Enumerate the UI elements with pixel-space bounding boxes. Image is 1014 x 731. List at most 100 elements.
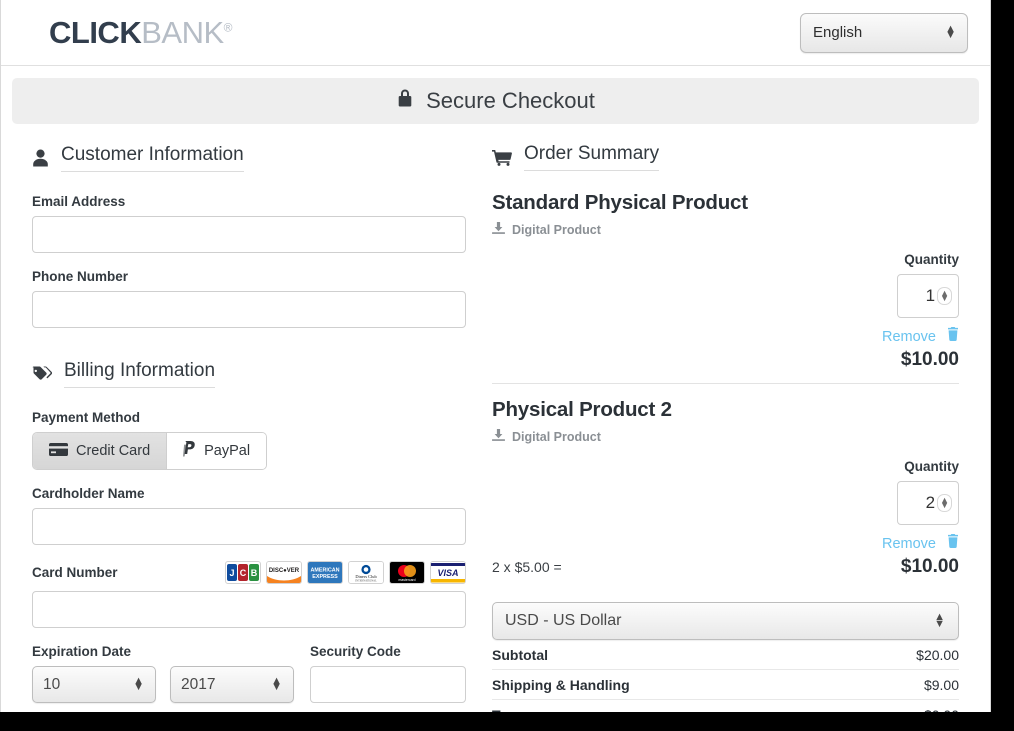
shopping-cart-icon — [492, 149, 512, 166]
stepper-arrows-icon[interactable]: ▲ ▼ — [937, 493, 952, 513]
remove-item-button[interactable]: Remove — [492, 534, 959, 552]
svg-text:DISC●VER: DISC●VER — [269, 568, 300, 574]
order-item: Standard Physical Product Digital Produc… — [492, 177, 959, 384]
order-item-quantity-block: Quantity 1 ▲ ▼ — [492, 252, 959, 318]
total-row-subtotal: Subtotal $20.00 — [492, 640, 959, 670]
customer-information-title: Customer Information — [61, 144, 244, 172]
cardholder-name-group: Cardholder Name — [32, 486, 466, 545]
registered-trademark-icon: ® — [223, 20, 233, 35]
phone-label: Phone Number — [32, 269, 129, 284]
remove-item-label: Remove — [881, 329, 936, 345]
chevron-updown-icon: ▲ ▼ — [934, 611, 945, 630]
order-item-type-label: Digital Product — [512, 430, 601, 444]
expiration-year-select[interactable]: 2017 ▲ ▼ — [170, 666, 294, 703]
logo-primary-text: CLICK — [49, 15, 142, 50]
quantity-label: Quantity — [904, 252, 959, 267]
right-column: Order Summary Standard Physical Product … — [486, 124, 979, 712]
order-item-type: Digital Product — [492, 222, 959, 238]
quantity-value: 2 — [925, 493, 936, 512]
stepper-arrows-icon[interactable]: ▲ ▼ — [937, 286, 952, 306]
paypal-icon — [183, 441, 196, 461]
logo-secondary-text: BANK — [141, 15, 224, 50]
expiration-month-value: 10 — [43, 675, 61, 693]
quantity-label: Quantity — [904, 459, 959, 474]
chevron-updown-icon: ▲ ▼ — [945, 22, 956, 42]
phone-field-group: Phone Number — [32, 269, 466, 328]
order-item: Physical Product 2 Digital Product Quant… — [492, 384, 959, 590]
svg-text:J: J — [229, 568, 234, 578]
download-icon — [492, 222, 505, 238]
left-column: Customer Information Email Address Phone… — [12, 124, 486, 712]
discover-icon: DISC●VER — [266, 561, 302, 584]
total-row-tax: Tax $0.00 — [492, 700, 959, 713]
credit-card-icon — [49, 442, 68, 460]
site-header: CLICKBANK® English ▲ ▼ — [1, 0, 990, 66]
language-select[interactable]: English ▲ ▼ — [800, 12, 968, 53]
subtotal-label: Subtotal — [492, 646, 548, 663]
visa-icon: VISA — [430, 561, 466, 584]
american-express-icon: AMERICAN EXPRESS — [307, 561, 343, 584]
remove-item-button[interactable]: Remove — [492, 327, 959, 345]
jcb-icon: JCB — [225, 561, 261, 584]
svg-text:INTERNATIONAL: INTERNATIONAL — [355, 579, 377, 582]
currency-select[interactable]: USD - US Dollar ▲ ▼ — [492, 602, 959, 640]
security-code-label: Security Code — [310, 644, 401, 659]
card-number-input[interactable] — [32, 591, 466, 628]
tax-value: $0.00 — [924, 707, 959, 713]
subtotal-value: $20.00 — [916, 646, 959, 663]
email-label: Email Address — [32, 194, 126, 209]
download-icon — [492, 429, 505, 445]
order-item-price: $10.00 — [900, 556, 959, 577]
svg-text:C: C — [240, 568, 247, 578]
svg-text:AMERICAN: AMERICAN — [310, 568, 339, 574]
expiration-date-label: Expiration Date — [32, 644, 132, 659]
email-input[interactable] — [32, 216, 466, 253]
order-item-price: $10.00 — [900, 349, 959, 370]
user-icon — [32, 149, 49, 167]
payment-method-paypal-label: PayPal — [204, 443, 251, 459]
svg-text:Diners Club: Diners Club — [355, 574, 377, 579]
billing-information-header: Billing Information — [32, 328, 466, 394]
order-item-unit-line: 2 x $5.00 = — [492, 559, 562, 575]
shipping-value: $9.00 — [923, 676, 959, 693]
svg-text:VISA: VISA — [437, 568, 458, 578]
currency-select-value: USD - US Dollar — [505, 612, 622, 629]
language-select-value: English — [813, 24, 863, 41]
email-field-group: Email Address — [32, 194, 466, 253]
payment-method-credit-card-label: Credit Card — [76, 443, 151, 459]
payment-method-credit-card[interactable]: Credit Card — [33, 433, 168, 469]
expiration-date-group: Expiration Date 10 ▲ ▼ 2017 ▲ ▼ — [32, 644, 294, 703]
svg-text:EXPRESS: EXPRESS — [312, 574, 338, 580]
order-item-title: Physical Product 2 — [492, 398, 672, 421]
phone-input[interactable] — [32, 291, 466, 328]
accepted-card-brands: JCB DISC●VER AMERICAN EXPRESS Diners Club… — [225, 561, 466, 584]
payment-method-paypal[interactable]: PayPal — [167, 433, 267, 469]
clickbank-logo: CLICKBANK® — [49, 15, 233, 50]
customer-information-header: Customer Information — [32, 124, 466, 178]
trash-icon — [947, 534, 959, 552]
payment-method-group: Payment Method Credit Card PayPal — [32, 410, 466, 470]
order-item-type: Digital Product — [492, 429, 959, 445]
lock-icon — [396, 88, 414, 114]
cardholder-name-input[interactable] — [32, 508, 466, 545]
tags-icon — [32, 366, 52, 382]
order-item-title: Standard Physical Product — [492, 191, 748, 214]
security-code-input[interactable] — [310, 666, 466, 703]
quantity-stepper[interactable]: 2 ▲ ▼ — [897, 481, 959, 525]
diners-club-icon: Diners Club INTERNATIONAL — [348, 561, 384, 584]
expiration-month-select[interactable]: 10 ▲ ▼ — [32, 666, 156, 703]
security-code-group: Security Code — [310, 644, 466, 703]
billing-information-title: Billing Information — [64, 360, 216, 388]
remove-item-label: Remove — [881, 536, 936, 552]
trash-icon — [947, 327, 959, 345]
chevron-updown-icon: ▲ ▼ — [133, 674, 144, 694]
checkout-page: CLICKBANK® English ▲ ▼ Secure Checkout Cu… — [0, 0, 991, 712]
order-item-quantity-block: Quantity 2 ▲ ▼ — [492, 459, 959, 525]
quantity-value: 1 — [925, 286, 936, 305]
card-number-group: Card Number JCB DISC●VER AMERICAN EXPRESS… — [32, 561, 466, 628]
quantity-stepper[interactable]: 1 ▲ ▼ — [897, 274, 959, 318]
secure-checkout-label: Secure Checkout — [426, 88, 595, 113]
mastercard-icon: mastercard — [389, 561, 425, 584]
order-item-type-label: Digital Product — [512, 223, 601, 237]
tax-label: Tax — [492, 707, 515, 713]
